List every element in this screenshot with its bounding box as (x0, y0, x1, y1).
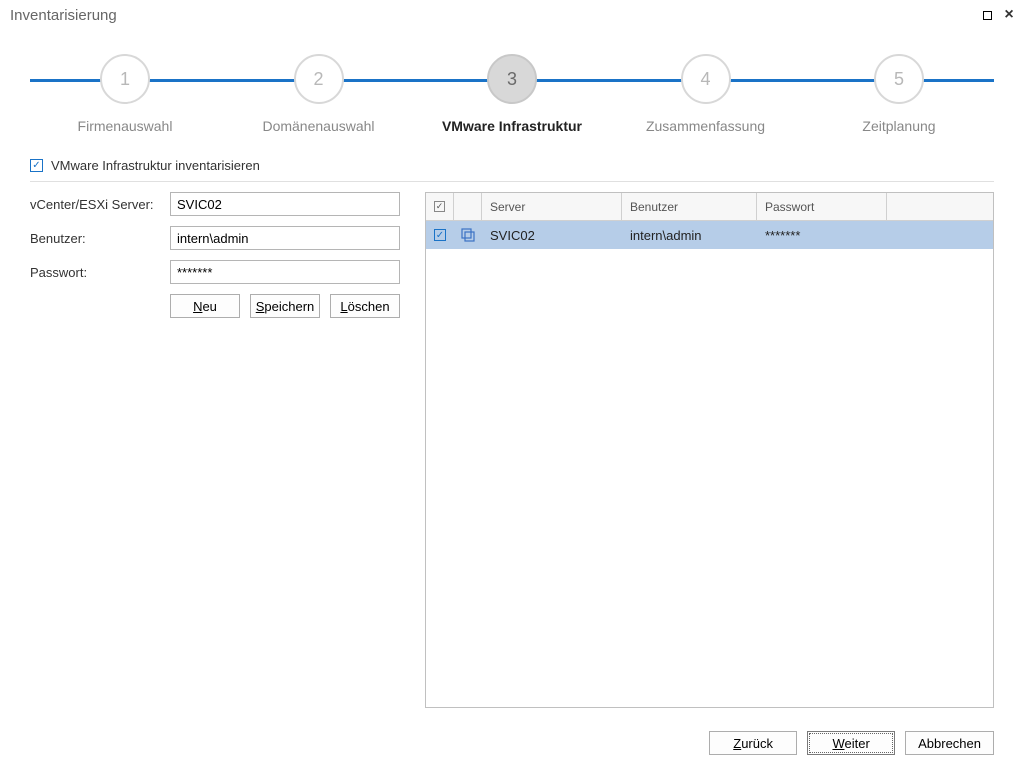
th-rest (887, 193, 993, 220)
step-circle: 5 (874, 54, 924, 104)
maximize-icon (983, 11, 992, 20)
wizard-stepper: 1 Firmenauswahl 2 Domänenauswahl 3 VMware Inf… (30, 54, 994, 134)
body-row: vCenter/ESXi Server: Benutzer: Passwort:… (30, 192, 994, 708)
input-user[interactable] (170, 226, 400, 250)
table-body[interactable]: ✓ SVIC02intern\admin******* (426, 221, 993, 707)
close-icon: × (1004, 7, 1013, 23)
step-circle: 2 (294, 54, 344, 104)
label-user: Benutzer: (30, 231, 170, 246)
step-5[interactable]: 5 Zeitplanung (804, 54, 994, 134)
back-button[interactable]: Zurück (709, 731, 797, 755)
input-server[interactable] (170, 192, 400, 216)
close-button[interactable]: × (1000, 6, 1018, 24)
form-button-row: Neu Speichern Löschen (170, 294, 400, 318)
step-label: VMware Infrastruktur (442, 118, 582, 134)
next-button[interactable]: Weiter (807, 731, 895, 755)
cancel-button[interactable]: Abbrechen (905, 731, 994, 755)
step-2[interactable]: 2 Domänenauswahl (224, 54, 414, 134)
inventory-checkbox[interactable]: ✓ (30, 159, 43, 172)
th-password[interactable]: Passwort (757, 193, 887, 220)
label-server: vCenter/ESXi Server: (30, 197, 170, 212)
step-label: Domänenauswahl (262, 118, 374, 134)
step-3[interactable]: 3 VMware Infrastruktur (417, 54, 607, 134)
table-header: ✓ Server Benutzer Passwort (426, 193, 993, 221)
cell-rest (887, 221, 993, 249)
inventory-toggle-row: ✓ VMware Infrastruktur inventarisieren (30, 158, 994, 182)
step-circle: 3 (487, 54, 537, 104)
step-circle: 4 (681, 54, 731, 104)
field-user: Benutzer: (30, 226, 400, 250)
cell-server: SVIC02 (482, 221, 622, 249)
label-password: Passwort: (30, 265, 170, 280)
step-label: Zusammenfassung (646, 118, 765, 134)
check-all-box[interactable]: ✓ (434, 201, 445, 212)
step-label: Zeitplanung (862, 118, 935, 134)
content-area: 1 Firmenauswahl 2 Domänenauswahl 3 VMware Inf… (0, 30, 1024, 718)
th-icon (454, 193, 482, 220)
row-icon-cell (454, 221, 482, 249)
row-checkbox-cell[interactable]: ✓ (426, 221, 454, 249)
th-user[interactable]: Benutzer (622, 193, 757, 220)
server-stack-icon (460, 227, 476, 243)
titlebar-controls: × (978, 6, 1018, 24)
server-form: vCenter/ESXi Server: Benutzer: Passwort:… (30, 192, 400, 708)
input-password[interactable] (170, 260, 400, 284)
save-button[interactable]: Speichern (250, 294, 320, 318)
th-server[interactable]: Server (482, 193, 622, 220)
step-circle: 1 (100, 54, 150, 104)
field-server: vCenter/ESXi Server: (30, 192, 400, 216)
cell-password: ******* (757, 221, 887, 249)
table-row[interactable]: ✓ SVIC02intern\admin******* (426, 221, 993, 249)
new-button[interactable]: Neu (170, 294, 240, 318)
th-check-all[interactable]: ✓ (426, 193, 454, 220)
titlebar: Inventarisierung × (0, 0, 1024, 30)
cell-user: intern\admin (622, 221, 757, 249)
wizard-window: Inventarisierung × 1 Firmenauswahl 2 Domäne… (0, 0, 1024, 768)
maximize-button[interactable] (978, 6, 996, 24)
step-label: Firmenauswahl (78, 118, 173, 134)
step-1[interactable]: 1 Firmenauswahl (30, 54, 220, 134)
field-password: Passwort: (30, 260, 400, 284)
row-checkbox[interactable]: ✓ (434, 229, 446, 241)
wizard-footer: Zurück Weiter Abbrechen (0, 718, 1024, 768)
window-title: Inventarisierung (10, 7, 978, 24)
inventory-checkbox-label: VMware Infrastruktur inventarisieren (51, 158, 260, 173)
servers-table: ✓ Server Benutzer Passwort ✓ SVIC02intern… (425, 192, 994, 708)
step-4[interactable]: 4 Zusammenfassung (611, 54, 801, 134)
delete-button[interactable]: Löschen (330, 294, 400, 318)
